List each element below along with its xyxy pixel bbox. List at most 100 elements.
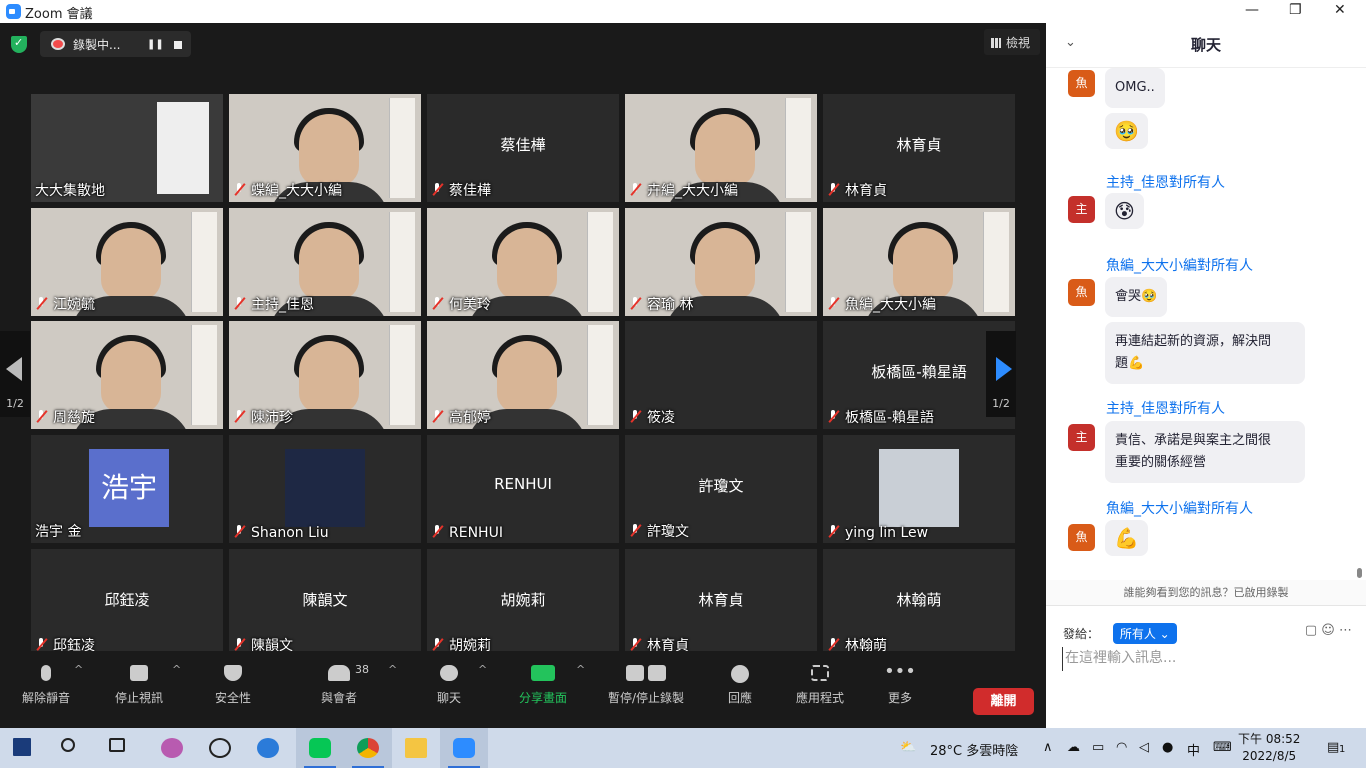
participant-tile[interactable]: 主持_佳恩 [229, 208, 421, 316]
view-button[interactable]: 檢視 [984, 29, 1040, 55]
cloud-icon[interactable]: ☁ [1067, 740, 1080, 755]
participant-tile[interactable]: 陳韻文 陳韻文 [229, 549, 421, 657]
avatar: 魚 [1068, 70, 1095, 97]
backdrop-banner [983, 212, 1009, 312]
next-page-button[interactable]: 1/2 [986, 331, 1016, 417]
participant-name: Shanon Liu [251, 525, 329, 541]
participant-tile[interactable]: 邱鈺凌 邱鈺凌 [31, 549, 223, 657]
more-button[interactable]: ••• 更多 [860, 661, 940, 706]
stop-video-button[interactable]: 停止視訊 [99, 661, 179, 706]
participants-label: 與會者 [320, 691, 357, 705]
participant-tile[interactable]: 浩宇 浩宇 金 [31, 435, 223, 543]
mic-muted-icon [827, 638, 840, 651]
notification-icon[interactable]: ▤ [1327, 740, 1339, 755]
ime-mode-icon[interactable]: ⌨ [1213, 740, 1232, 755]
participant-tile[interactable]: 許瓊文 許瓊文 [625, 435, 817, 543]
clock[interactable]: 下午 08:52 2022/8/5 [1238, 731, 1300, 765]
battery-icon[interactable]: ▭ [1092, 740, 1104, 755]
audio-options-caret[interactable]: ^ [74, 663, 83, 676]
smiley-icon [731, 665, 749, 683]
chat-input[interactable]: 在這裡輸入訊息... [1062, 647, 1352, 671]
search-button[interactable] [48, 728, 96, 768]
chevron-up-icon[interactable]: ∧ [1043, 740, 1053, 755]
task-view-button[interactable] [96, 728, 144, 768]
file-icon[interactable]: ▢ [1305, 623, 1317, 638]
share-options-caret[interactable]: ^ [576, 663, 585, 676]
participant-name: 陳沛珍 [251, 410, 293, 426]
participant-tile[interactable]: 蝶編_大大小編 [229, 94, 421, 202]
chrome-icon [357, 738, 379, 758]
close-button[interactable]: ✕ [1334, 2, 1346, 18]
chat-options-caret[interactable]: ^ [478, 663, 487, 676]
wifi-icon[interactable]: ◠ [1116, 740, 1127, 755]
taskbar-app-edge[interactable] [244, 728, 292, 768]
participant-name-label: RENHUI [431, 525, 503, 541]
participant-display-name: 蔡佳樺 [500, 136, 546, 154]
participant-tile[interactable]: 魚編_大大小編 [823, 208, 1015, 316]
search-icon [61, 738, 75, 752]
participant-tile[interactable]: 江婉毓 [31, 208, 223, 316]
more-icon[interactable]: ⋯ [1339, 623, 1352, 638]
participant-tile[interactable]: 筱凌 [625, 321, 817, 429]
participant-tile[interactable]: 陳沛珍 [229, 321, 421, 429]
participant-tile[interactable]: 胡婉莉 胡婉莉 [427, 549, 619, 657]
security-button[interactable]: 安全性 [193, 661, 273, 706]
video-options-caret[interactable]: ^ [172, 663, 181, 676]
participant-tile[interactable]: Shanon Liu [229, 435, 421, 543]
mic-muted-icon [35, 410, 48, 423]
participant-name-label: 魚編_大大小編 [827, 294, 936, 314]
participant-name: 主持_佳恩 [251, 297, 314, 313]
taskbar-app-circle[interactable] [196, 728, 244, 768]
maximize-button[interactable]: ❐ [1289, 2, 1302, 18]
participant-tile[interactable]: 周慈旋 [31, 321, 223, 429]
reactions-button[interactable]: 回應 [700, 661, 780, 706]
participant-tile[interactable]: 大大集散地 [31, 94, 223, 202]
chat-scrollbar[interactable] [1357, 68, 1362, 578]
participant-tile[interactable]: 卉編_大大小編 [625, 94, 817, 202]
participant-name-label: 林育貞 [827, 180, 887, 200]
apps-button[interactable]: 應用程式 [780, 661, 860, 706]
participant-tile[interactable]: ying lin Lew [823, 435, 1015, 543]
chat-visibility-notice[interactable]: 誰能夠看到您的訊息？已啟用錄製 [1046, 580, 1366, 606]
taskbar-app-line[interactable] [296, 728, 344, 768]
start-button[interactable] [0, 728, 48, 768]
stop-recording-button[interactable] [174, 41, 182, 49]
participant-tile[interactable]: 林育貞 林育貞 [823, 94, 1015, 202]
minimize-button[interactable]: — [1245, 2, 1259, 18]
participant-tile[interactable]: RENHUI RENHUI [427, 435, 619, 543]
chat-bubble-icon [440, 665, 458, 681]
unmute-label: 解除靜音 [21, 691, 70, 705]
participant-tile[interactable]: 林翰萌 林翰萌 [823, 549, 1015, 657]
participant-display-name: 林翰萌 [896, 591, 942, 609]
chat-sender: 魚編_大大小編對所有人 [1106, 258, 1253, 274]
participant-name: 蔡佳樺 [449, 183, 491, 199]
chat-button[interactable]: 聊天 [409, 661, 489, 706]
taskbar-app-paint[interactable] [148, 728, 196, 768]
participants-options-caret[interactable]: ^ [388, 663, 397, 676]
prev-page-button[interactable]: 1/2 [0, 331, 30, 417]
scrollbar-thumb[interactable] [1357, 568, 1362, 578]
participant-tile[interactable]: 蔡佳樺 蔡佳樺 [427, 94, 619, 202]
participant-tile[interactable]: 高郁婷 [427, 321, 619, 429]
participant-tile[interactable]: 林育貞 林育貞 [625, 549, 817, 657]
volume-icon[interactable]: ◁ [1139, 740, 1149, 755]
pause-stop-recording-button[interactable]: 暫停/停止錄製 [601, 661, 691, 706]
participant-tile[interactable]: 何美玲 [427, 208, 619, 316]
avatar: 主 [1068, 196, 1095, 223]
taskbar-app-explorer[interactable] [392, 728, 440, 768]
recipient-dropdown[interactable]: 所有人 ⌄ [1112, 623, 1177, 644]
weather-text[interactable]: 28°C 多雲時陰 [930, 740, 1018, 759]
encryption-shield-icon[interactable] [11, 36, 27, 53]
leave-button[interactable]: 離開 [973, 688, 1034, 715]
mic-icon[interactable]: ● [1162, 740, 1173, 755]
ime-indicator[interactable]: 中 [1187, 740, 1200, 759]
weather-icon[interactable]: ⛅ [900, 740, 916, 755]
chat-message: 😰 [1105, 193, 1144, 229]
participants-button[interactable]: 38 與會者 [299, 661, 379, 706]
taskbar-app-chrome[interactable] [344, 728, 392, 768]
share-screen-button[interactable]: 分享畫面 [503, 661, 583, 706]
participant-tile[interactable]: 容瑜 林 [625, 208, 817, 316]
taskbar-app-zoom[interactable] [440, 728, 488, 768]
emoji-icon[interactable]: ☺ [1321, 623, 1335, 638]
pause-recording-button[interactable]: ❚❚ [147, 39, 164, 50]
